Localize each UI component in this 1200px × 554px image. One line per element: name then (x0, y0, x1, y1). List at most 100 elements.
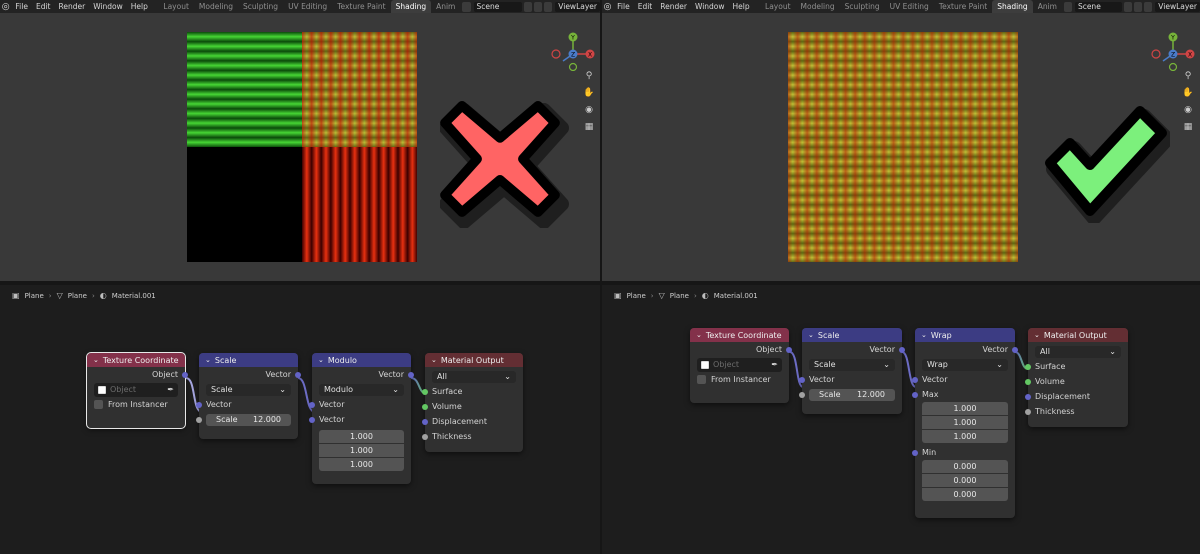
breadcrumb-mesh[interactable]: Plane (670, 292, 689, 300)
value-field-z[interactable]: 1.000 (319, 458, 404, 471)
3d-viewport[interactable]: Y X Z ⚲ ✋ ◉ ▦ (0, 13, 600, 281)
menu-render[interactable]: Render (55, 2, 90, 11)
chevron-down-icon[interactable]: ⌄ (808, 331, 814, 339)
vector-wrap-node[interactable]: ⌄ Wrap Vector Wrap ⌄ Vector Max 1.000 1.00… (912, 328, 1018, 518)
menu-file[interactable]: File (11, 2, 32, 11)
scale-field[interactable]: Scale 12.000 (809, 388, 895, 401)
input-socket[interactable] (422, 418, 428, 425)
chevron-down-icon[interactable]: ⌄ (696, 331, 702, 339)
node-header[interactable]: ⌄ Modulo (312, 353, 411, 367)
menu-help[interactable]: Help (729, 2, 754, 11)
ortho-grid-icon[interactable]: ▦ (583, 121, 595, 133)
output-socket[interactable] (899, 346, 905, 353)
min-field-z[interactable]: 0.000 (922, 488, 1008, 501)
breadcrumb-object[interactable]: Plane (627, 292, 646, 300)
menu-file[interactable]: File (613, 2, 634, 11)
input-socket[interactable] (1025, 408, 1031, 415)
node-header[interactable]: ⌄ Wrap (915, 328, 1015, 342)
pin-icon[interactable] (1124, 1, 1133, 12)
chevron-down-icon[interactable]: ⌄ (431, 356, 437, 364)
max-field-z[interactable]: 1.000 (922, 430, 1008, 443)
tab-animation[interactable]: Anim (431, 0, 460, 13)
new-scene-icon[interactable] (533, 1, 543, 12)
ortho-grid-icon[interactable]: ▦ (1182, 121, 1194, 133)
chevron-down-icon[interactable]: ⌄ (93, 356, 99, 364)
breadcrumb-material[interactable]: Material.001 (714, 292, 758, 300)
input-socket[interactable] (912, 391, 918, 398)
tab-sculpting[interactable]: Sculpting (840, 0, 885, 13)
value-field-y[interactable]: 1.000 (319, 444, 404, 457)
node-editor[interactable]: ▣ Plane › ▽ Plane › ◐ Material.001 ⌄ Text… (0, 285, 600, 554)
tab-layout[interactable]: Layout (760, 0, 796, 13)
operation-dropdown[interactable]: Modulo ⌄ (319, 383, 404, 396)
vector-modulo-node[interactable]: ⌄ Modulo Vector Modulo ⌄ Vector Vector 1.0… (309, 353, 414, 484)
object-field[interactable]: Object ✒ (697, 357, 782, 372)
scale-field[interactable]: Scale 12.000 (206, 413, 291, 426)
max-field-x[interactable]: 1.000 (922, 402, 1008, 415)
scene-selector[interactable]: Scene (1074, 1, 1123, 12)
vector-scale-node[interactable]: ⌄ Scale Vector Scale ⌄ Vector Scale 12.000 (196, 353, 301, 439)
chevron-down-icon[interactable]: ⌄ (1034, 331, 1040, 339)
operation-dropdown[interactable]: Scale ⌄ (809, 358, 895, 371)
tab-shading[interactable]: Shading (390, 0, 432, 13)
node-header[interactable]: ⌄ Material Output (1028, 328, 1128, 342)
breadcrumb-mesh[interactable]: Plane (68, 292, 87, 300)
chevron-down-icon[interactable]: ⌄ (205, 356, 211, 364)
input-socket[interactable] (1025, 378, 1031, 385)
tab-layout[interactable]: Layout (158, 0, 194, 13)
node-header[interactable]: ⌄ Scale (199, 353, 298, 367)
min-field-y[interactable]: 0.000 (922, 474, 1008, 487)
input-socket[interactable] (309, 401, 315, 408)
navigation-gizmo[interactable]: Y X Z (550, 31, 598, 71)
scene-selector[interactable]: Scene (473, 1, 522, 12)
menu-window[interactable]: Window (691, 2, 729, 11)
eyedropper-icon[interactable]: ✒ (167, 385, 174, 394)
eyedropper-icon[interactable]: ✒ (771, 360, 778, 369)
blender-logo-icon[interactable]: ◎ (602, 0, 613, 13)
tab-modeling[interactable]: Modeling (194, 0, 238, 13)
input-socket[interactable] (799, 391, 805, 398)
input-socket[interactable] (1025, 393, 1031, 400)
output-socket[interactable] (408, 371, 414, 378)
input-socket[interactable] (912, 449, 918, 456)
input-socket[interactable] (422, 403, 428, 410)
node-header[interactable]: ⌄ Texture Coordinate (87, 353, 185, 367)
node-header[interactable]: ⌄ Material Output (425, 353, 523, 367)
menu-edit[interactable]: Edit (32, 2, 55, 11)
viewlayer-selector[interactable]: ViewLayer (555, 1, 600, 12)
from-instancer-checkbox[interactable] (94, 400, 103, 409)
target-dropdown[interactable]: All ⌄ (1035, 345, 1121, 358)
menu-render[interactable]: Render (656, 2, 691, 11)
node-header[interactable]: ⌄ Scale (802, 328, 902, 342)
viewlayer-selector[interactable]: ViewLayer (1155, 1, 1200, 12)
object-field[interactable]: Object ✒ (94, 382, 178, 397)
new-scene-icon[interactable] (1134, 1, 1143, 12)
input-socket[interactable] (912, 376, 918, 383)
zoom-icon[interactable]: ⚲ (583, 70, 595, 82)
min-field-x[interactable]: 0.000 (922, 460, 1008, 473)
viewlayer-type-icon[interactable] (1144, 1, 1153, 12)
navigation-gizmo[interactable]: Y X Z (1150, 31, 1198, 71)
input-socket[interactable] (196, 401, 202, 408)
material-output-node[interactable]: ⌄ Material Output All ⌄ Surface Volume Dis… (1025, 328, 1128, 427)
tab-uv-editing[interactable]: UV Editing (885, 0, 934, 13)
texture-coordinate-node[interactable]: ⌄ Texture Coordinate Object Object ✒ From … (690, 328, 792, 403)
camera-view-icon[interactable]: ◉ (583, 104, 595, 116)
menu-edit[interactable]: Edit (634, 2, 657, 11)
3d-viewport[interactable]: Y X Z ⚲ ✋ ◉ ▦ (602, 13, 1200, 281)
material-output-node[interactable]: ⌄ Material Output All ⌄ Surface Volume Dis… (422, 353, 523, 452)
pin-icon[interactable] (523, 1, 532, 12)
texture-coordinate-node[interactable]: ⌄ Texture Coordinate Object Object ✒ From … (86, 352, 188, 429)
target-dropdown[interactable]: All ⌄ (432, 370, 516, 383)
tab-texture-paint[interactable]: Texture Paint (934, 0, 992, 13)
input-socket[interactable] (422, 433, 428, 440)
input-socket[interactable] (309, 416, 315, 423)
tab-shading[interactable]: Shading (992, 0, 1033, 13)
output-socket[interactable] (786, 346, 792, 353)
tab-uv-editing[interactable]: UV Editing (283, 0, 332, 13)
node-header[interactable]: ⌄ Texture Coordinate (690, 328, 789, 342)
camera-view-icon[interactable]: ◉ (1182, 104, 1194, 116)
scene-type-icon[interactable] (462, 1, 471, 12)
breadcrumb-object[interactable]: Plane (25, 292, 44, 300)
output-socket[interactable] (182, 371, 188, 378)
